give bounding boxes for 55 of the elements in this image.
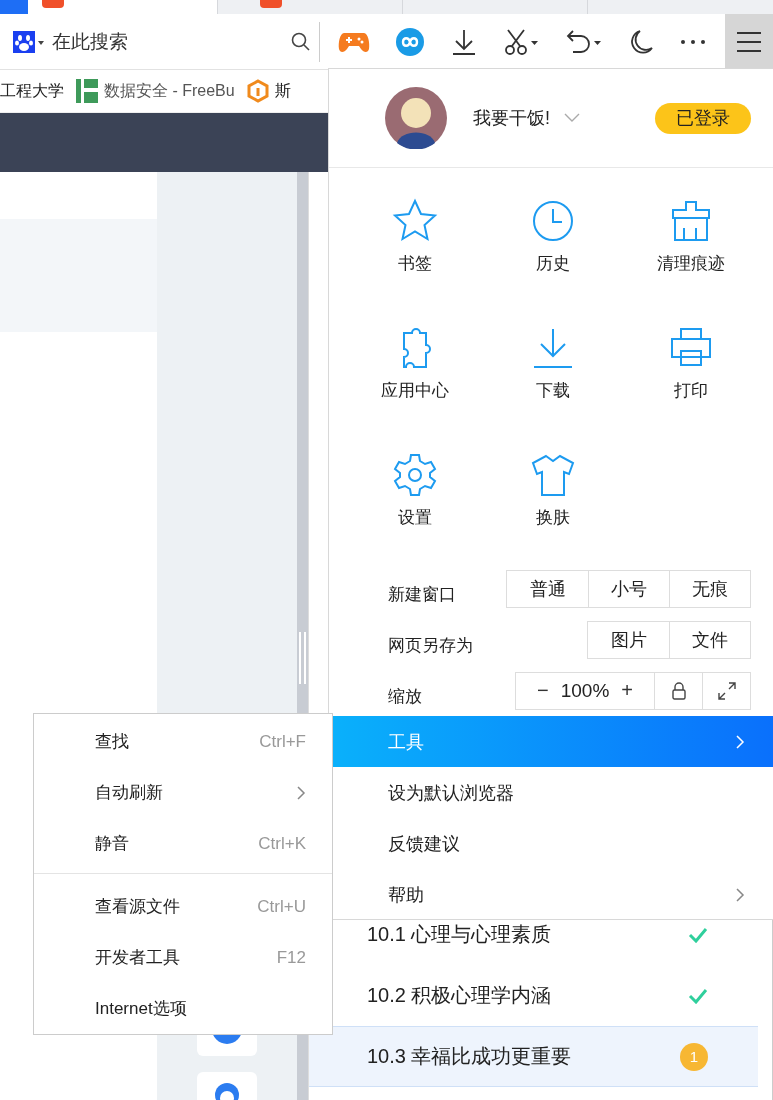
scissors-icon[interactable]	[502, 27, 541, 56]
row-label: 网页另存为	[388, 635, 473, 657]
user-name[interactable]: 我要干饭!	[473, 106, 550, 130]
menu-tile[interactable]: 书签	[346, 198, 484, 275]
menu-tile[interactable]: 应用中心	[346, 325, 484, 402]
menu-tile[interactable]: 清理痕迹	[622, 198, 760, 275]
submenu-item[interactable]: 查找 Ctrl+F	[34, 716, 332, 767]
menu-tile[interactable]: 下载	[484, 325, 622, 402]
expand-icon	[717, 681, 736, 700]
submenu-item[interactable]: 静音 Ctrl+K	[34, 818, 332, 869]
browser-tab[interactable]	[0, 0, 218, 14]
shortcut-label: Ctrl+F	[259, 731, 306, 752]
search-icon[interactable]	[291, 31, 311, 52]
row-label: 新建窗口	[388, 584, 456, 606]
shirt-icon	[530, 452, 576, 498]
menu-button[interactable]	[725, 13, 773, 70]
shortcut-label: F12	[276, 947, 306, 968]
lesson-item[interactable]: 10.3 幸福比成功更重要 1	[309, 1026, 758, 1087]
menu-icon	[736, 30, 762, 53]
chevron-right-icon	[735, 886, 745, 903]
star-icon	[392, 198, 438, 244]
lock-icon	[671, 681, 686, 700]
row-label: 缩放	[388, 686, 422, 708]
infinity-icon[interactable]	[395, 26, 426, 57]
shortcut-label: Ctrl+K	[258, 833, 306, 854]
bars-icon	[76, 79, 98, 103]
gamepad-icon[interactable]	[338, 30, 371, 53]
tab-icon	[260, 0, 282, 8]
paw-icon	[12, 29, 46, 54]
bookmark[interactable]: 斯	[246, 79, 291, 103]
zoom-out-button[interactable]: −	[531, 679, 555, 702]
menu-tile[interactable]: 打印	[622, 325, 760, 402]
chevron-right-icon	[296, 784, 306, 801]
search-field[interactable]: 在此搜索	[50, 29, 287, 54]
more-icon[interactable]	[678, 37, 707, 46]
chevron-right-icon	[735, 733, 745, 750]
bookmark[interactable]: 数据安全 - FreeBu	[76, 79, 235, 103]
login-status-button[interactable]: 已登录	[655, 102, 751, 134]
hexagon-icon	[246, 79, 269, 103]
menu-item[interactable]: 反馈建议	[329, 818, 773, 869]
undo-icon[interactable]	[565, 27, 604, 56]
menu-tile[interactable]: 设置	[346, 452, 484, 529]
shortcut-label: Ctrl+U	[257, 896, 306, 917]
menu-tile[interactable]: 换肤	[484, 452, 622, 529]
menu-tile[interactable]: 历史	[484, 198, 622, 275]
avatar[interactable]	[385, 87, 447, 149]
gear-icon	[392, 452, 438, 498]
bookmark[interactable]: 工程大学	[0, 80, 64, 102]
menu-item[interactable]: 设为默认浏览器	[329, 767, 773, 818]
zoom-level: 100%	[560, 679, 610, 702]
submenu-item[interactable]: 自动刷新	[34, 767, 332, 818]
zoom-in-button[interactable]: +	[615, 679, 639, 702]
tab-icon	[42, 0, 64, 8]
count-badge: 1	[680, 1042, 708, 1071]
clock-icon	[530, 198, 576, 244]
